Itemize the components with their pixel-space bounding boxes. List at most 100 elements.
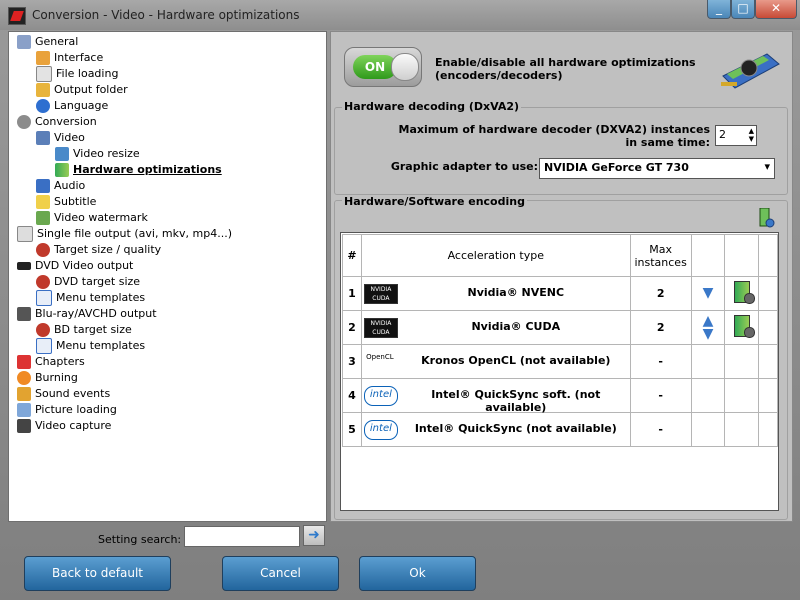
tree-item-label: General [35, 35, 79, 48]
dropdown-icon: ▾ [764, 160, 770, 173]
tree-item-label: Menu templates [56, 291, 146, 304]
tree-item-single-file-output[interactable]: Single file output (avi, mkv, mp4...) [17, 226, 232, 242]
nvidia-cuda-icon: NVIDIA CUDA [363, 317, 398, 338]
tree-item-label: Video [54, 131, 85, 144]
tree-item-label: Interface [54, 51, 104, 64]
back-to-default-button[interactable]: Back to default [24, 556, 171, 591]
tree-item-subtitle[interactable]: Subtitle [36, 194, 96, 210]
tree-item-label: DVD target size [54, 275, 141, 288]
decoding-title: Hardware decoding (DxVA2) [342, 100, 522, 113]
row-max: - [629, 344, 692, 379]
header-settings [724, 234, 760, 277]
tree-item-audio[interactable]: Audio [36, 178, 85, 194]
toggle-label: Enable/disable all hardware optimization… [435, 56, 696, 82]
adapter-label: Graphic adapter to use: [390, 160, 538, 173]
tree-item-conversion[interactable]: Conversion [17, 114, 97, 130]
tree-item-hardware-optimizations[interactable]: Hardware optimizations [55, 162, 222, 178]
row-num: 1 [342, 276, 362, 311]
tree-item-picture-loading[interactable]: Picture loading [17, 402, 117, 418]
tree-item-label: Conversion [35, 115, 97, 128]
close-button[interactable]: ✕ [755, 0, 797, 19]
row-num: 4 [342, 378, 362, 413]
tree-item-label: DVD Video output [35, 259, 134, 272]
file-icon [36, 66, 52, 82]
tree-item-chapters[interactable]: Chapters [17, 354, 85, 370]
tree-item-video-capture[interactable]: Video capture [17, 418, 111, 434]
tree-item-bd-menu-templates[interactable]: Menu templates [36, 338, 145, 354]
table-row[interactable]: 2 NVIDIA CUDA Nvidia® CUDA 2 ▲ ▼ [342, 310, 778, 345]
nvidia-cuda-icon: NVIDIA CUDA [363, 283, 398, 304]
menu-list-icon [36, 338, 52, 354]
arrow-down-icon[interactable]: ▼ [703, 285, 714, 301]
tree-item-video-resize[interactable]: Video resize [55, 146, 140, 162]
tree-item-interface[interactable]: Interface [36, 50, 103, 66]
paint-icon [36, 51, 50, 65]
maximize-button[interactable]: □ [731, 0, 755, 19]
tree-item-burning[interactable]: Burning [17, 370, 78, 386]
row-max: - [629, 378, 692, 413]
chevron-up-icon[interactable]: ▲ [749, 128, 754, 135]
adapter-select[interactable]: NVIDIA GeForce GT 730 ▾ [539, 158, 775, 179]
gpu-settings-icon[interactable] [759, 208, 775, 228]
toggle-knob[interactable] [391, 53, 419, 81]
tree-item-label: Subtitle [54, 195, 97, 208]
header-max: Max instances [629, 234, 692, 277]
hardware-toggle[interactable]: ON [344, 47, 422, 87]
main-window: Conversion - Video - Hardware optimizati… [0, 0, 800, 600]
music-note-icon [36, 179, 50, 193]
tree-item-output-folder[interactable]: Output folder [36, 82, 128, 98]
gpu-settings-icon[interactable] [733, 315, 755, 338]
arrow-down-icon[interactable]: ▼ [703, 326, 714, 342]
tree-item-dvd-menu-templates[interactable]: Menu templates [36, 290, 145, 306]
table-row[interactable]: 1 NVIDIA CUDA Nvidia® NVENC 2 ▼ [342, 276, 778, 311]
cancel-button[interactable]: Cancel [222, 556, 339, 591]
tree-item-file-loading[interactable]: File loading [36, 66, 118, 82]
max-instances-value: 2 [719, 128, 726, 141]
max-instances-stepper[interactable]: 2 ▲ ▼ [715, 125, 757, 146]
table-header: # Acceleration type Max instances [342, 234, 778, 277]
tree-item-label: File loading [56, 67, 119, 80]
search-go-button[interactable]: ➜ [303, 525, 325, 546]
minimize-button[interactable]: _ [707, 0, 731, 19]
filmstrip-icon [36, 131, 50, 145]
picture-icon [17, 403, 31, 417]
tree-item-language[interactable]: Language [36, 98, 108, 114]
tree-item-bd-target-size[interactable]: BD target size [36, 322, 132, 338]
gpu-settings-icon[interactable] [733, 281, 755, 304]
tree-item-bluray-output[interactable]: Blu-ray/AVCHD output [17, 306, 157, 322]
tree-item-sound-events[interactable]: Sound events [17, 386, 110, 402]
tree-item-label: Video capture [35, 419, 112, 432]
max-instances-label: Maximum of hardware decoder (DXVA2) inst… [398, 123, 710, 149]
table-row[interactable]: 3 OpenCL Kronos OpenCL (not available) - [342, 344, 778, 379]
tree-item-label: Language [54, 99, 109, 112]
target-icon [36, 323, 50, 337]
tree-item-dvd-target-size[interactable]: DVD target size [36, 274, 140, 290]
table-row[interactable]: 4 intel Intel® QuickSync soft. (not avai… [342, 378, 778, 414]
tree-item-label: Hardware optimizations [73, 163, 222, 176]
search-label: Setting search: [98, 533, 182, 546]
subtitle-icon [36, 195, 50, 209]
row-max: 2 [629, 276, 692, 311]
resize-icon [55, 147, 69, 161]
decoding-section: Hardware decoding (DxVA2) Maximum of har… [334, 100, 788, 195]
target-icon [36, 275, 50, 289]
row-num: 3 [342, 344, 362, 379]
chevron-down-icon[interactable]: ▼ [749, 136, 754, 143]
settings-panel: ON Enable/disable all hardware optimizat… [330, 31, 793, 522]
tree-item-target-size-quality[interactable]: Target size / quality [36, 242, 161, 258]
tree-item-video[interactable]: Video [36, 130, 85, 146]
globe-icon [36, 99, 50, 113]
gear-icon [17, 115, 31, 129]
settings-tree[interactable]: General Interface File loading Output fo… [8, 31, 327, 522]
ok-button[interactable]: Ok [359, 556, 476, 591]
tree-item-dvd-video-output[interactable]: DVD Video output [17, 258, 133, 274]
app-logo-icon [8, 7, 26, 25]
intel-icon: intel [363, 385, 398, 406]
dvd-icon [17, 262, 31, 270]
row-type: Nvidia® CUDA [471, 320, 561, 333]
tree-item-general[interactable]: General [17, 34, 78, 50]
tree-item-video-watermark[interactable]: Video watermark [36, 210, 148, 226]
table-row[interactable]: 5 intel Intel® QuickSync (not available)… [342, 412, 778, 447]
search-input[interactable] [184, 526, 300, 547]
window-title: Conversion - Video - Hardware optimizati… [32, 8, 300, 22]
